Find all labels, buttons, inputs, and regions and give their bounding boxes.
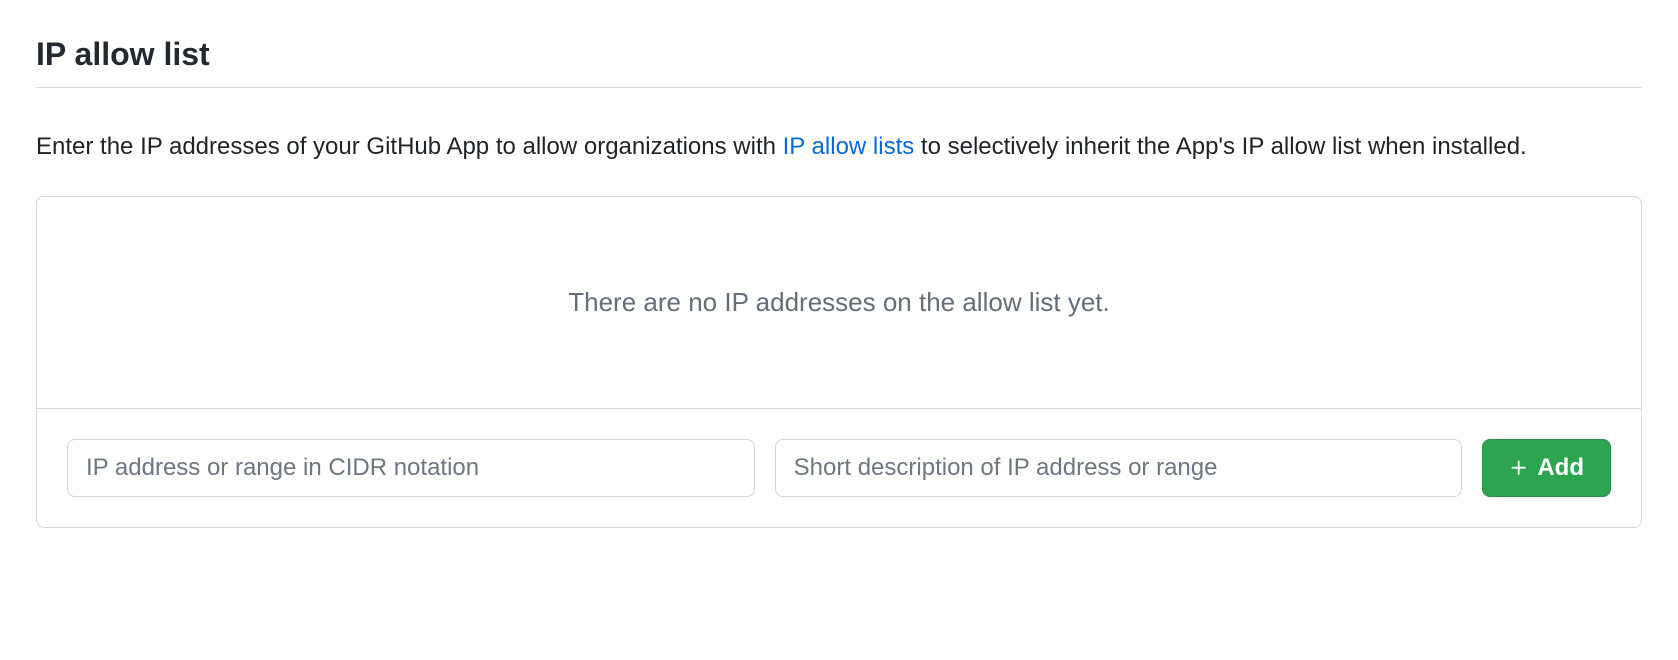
ip-address-input[interactable] — [67, 439, 755, 497]
ip-description-input[interactable] — [775, 439, 1463, 497]
plus-icon — [1509, 458, 1529, 478]
add-button[interactable]: Add — [1482, 439, 1611, 497]
empty-state-message: There are no IP addresses on the allow l… — [37, 197, 1641, 408]
ip-allow-lists-link[interactable]: IP allow lists — [783, 133, 915, 160]
description-prefix: Enter the IP addresses of your GitHub Ap… — [36, 133, 783, 160]
section-description: Enter the IP addresses of your GitHub Ap… — [36, 128, 1642, 166]
description-suffix: to selectively inherit the App's IP allo… — [914, 133, 1526, 160]
section-title: IP allow list — [36, 36, 1642, 88]
add-button-label: Add — [1537, 454, 1584, 482]
add-ip-form: Add — [37, 408, 1641, 527]
ip-allow-list-panel: There are no IP addresses on the allow l… — [36, 196, 1642, 528]
